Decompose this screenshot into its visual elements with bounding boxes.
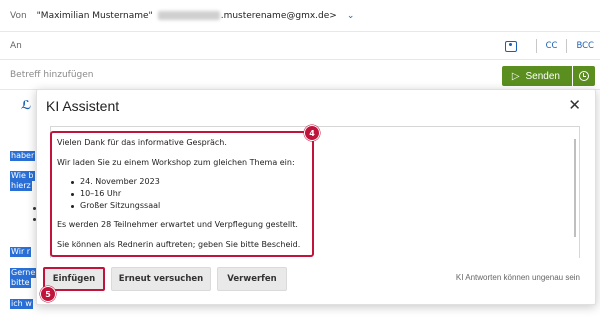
cc-button[interactable]: CC [546, 41, 558, 51]
body-text-fragment: ich w [10, 299, 33, 309]
list-item: Großer Sitzungssaal [71, 200, 307, 212]
bcc-button[interactable]: BCC [576, 41, 594, 51]
text-line: Wir laden Sie zu einem Workshop zum glei… [57, 158, 295, 167]
step-badge-5: 5 [40, 286, 56, 302]
send-group: ▷ Senden [501, 66, 595, 86]
bullet-list: 24. November 2023 10–16 Uhr Großer Sitzu… [71, 176, 307, 212]
body-text-fragment: hierz [10, 181, 32, 191]
text-line: Es werden 28 Teilnehmer erwartet und Ver… [57, 220, 298, 229]
divider [566, 39, 568, 53]
clock-icon [579, 71, 589, 81]
body-text-fragment: Gerne [10, 268, 37, 278]
send-button[interactable]: ▷ Senden [501, 66, 572, 86]
from-email-redacted [157, 11, 220, 20]
scrollbar[interactable] [574, 139, 576, 237]
body-text-fragment: bitte [10, 278, 31, 288]
list-item: 24. November 2023 [71, 176, 307, 188]
list-item: 10–16 Uhr [71, 188, 307, 200]
subject-placeholder: Betreff hinzufügen [10, 69, 94, 80]
attachment-icon[interactable]: ℒ [21, 98, 31, 112]
recipient-tools: CC BCC [504, 32, 594, 60]
to-row[interactable]: An CC BCC [0, 32, 600, 60]
generated-text-highlight: Vielen Dank für das informative Gespräch… [50, 131, 314, 257]
text-line: Sie können als Rednerin auftreten; geben… [57, 240, 301, 249]
from-row: Von "Maximilian Mustername" .musterename… [0, 0, 600, 32]
send-label: Senden [525, 70, 560, 82]
send-icon: ▷ [511, 70, 520, 82]
divider [535, 39, 537, 53]
body-text-fragment: haber [10, 151, 36, 161]
step-badge-4: 4 [304, 125, 320, 141]
from-name: "Maximilian Mustername" [36, 10, 153, 21]
discard-button[interactable]: Verwerfen [217, 267, 287, 291]
chevron-down-icon[interactable]: ⌄ [347, 11, 355, 21]
to-label: An [10, 40, 22, 51]
from-label: Von [10, 10, 27, 21]
text-line: Vielen Dank für das informative Gespräch… [57, 138, 227, 147]
from-email: .musterename@gmx.de> [220, 10, 337, 21]
contacts-icon[interactable] [504, 40, 517, 52]
ai-disclaimer: KI Antworten können ungenau sein [455, 273, 580, 282]
close-icon[interactable]: ✕ [568, 96, 581, 114]
retry-button[interactable]: Erneut versuchen [111, 267, 211, 291]
schedule-send-button[interactable] [573, 66, 595, 86]
dialog-actions: Einfügen Erneut versuchen Verwerfen [43, 267, 287, 291]
body-text-fragment: Wir r [10, 247, 32, 257]
body-text-fragment: Wie b [10, 171, 35, 181]
dialog-title: KI Assistent [46, 98, 120, 114]
